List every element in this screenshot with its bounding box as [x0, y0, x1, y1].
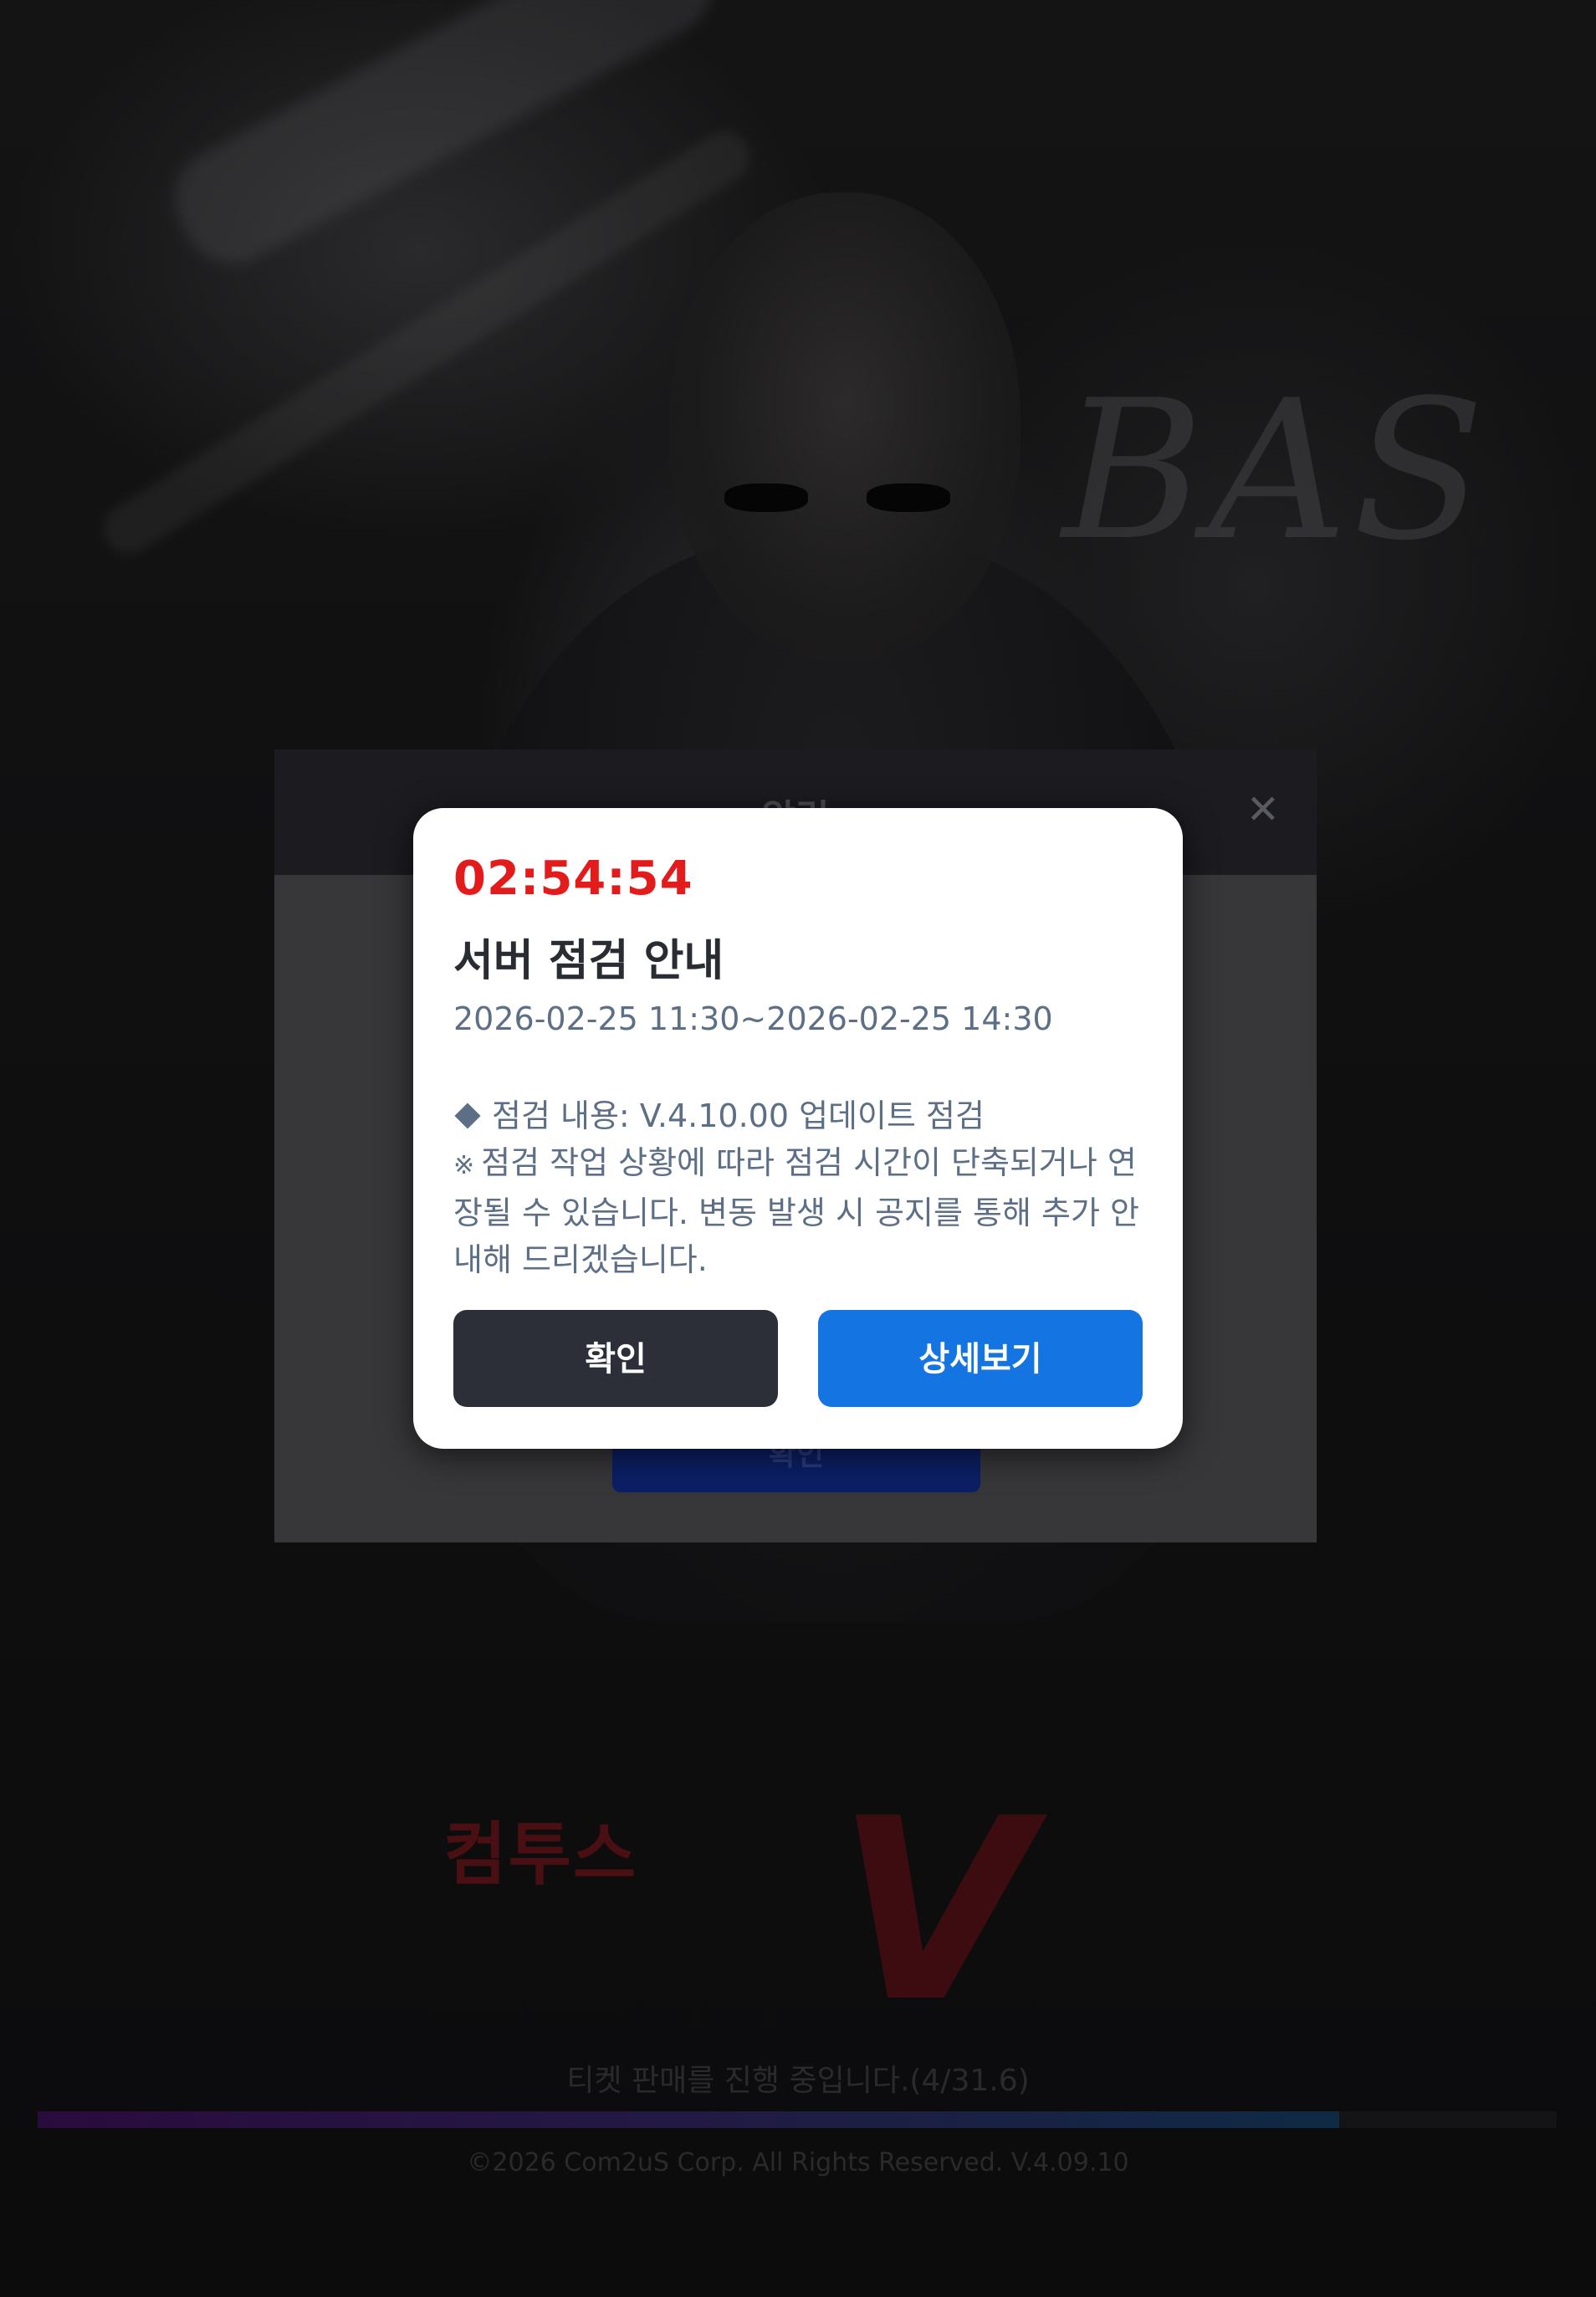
maintenance-content: 점검 내용: V.4.10.00 업데이트 점검 ※ 점검 작업 상황에 따라 점…	[453, 1092, 1148, 1283]
view-details-button[interactable]: 상세보기	[818, 1310, 1143, 1407]
countdown-timer: 02:54:54	[453, 852, 693, 906]
content-line: ※ 점검 작업 상황에 따라 점검 시간이 단축되거나 연	[453, 1144, 1137, 1181]
content-line: 장될 수 있습니다. 변동 발생 시 공지를 통해 추가 안	[453, 1195, 1139, 1231]
content-line: 내해 드리겠습니다.	[453, 1241, 708, 1278]
reference-mark-icon: ※	[453, 1151, 475, 1180]
diamond-bullet-icon	[454, 1102, 481, 1129]
maintenance-period: 2026-02-25 11:30~2026-02-25 14:30	[453, 1000, 1053, 1037]
modal-title: 서버 점검 안내	[453, 936, 724, 986]
confirm-button[interactable]: 확인	[453, 1310, 778, 1407]
maintenance-modal: 02:54:54 서버 점검 안내 2026-02-25 11:30~2026-…	[413, 808, 1183, 1449]
content-line: 점검 내용: V.4.10.00 업데이트 점검	[453, 1092, 1148, 1139]
